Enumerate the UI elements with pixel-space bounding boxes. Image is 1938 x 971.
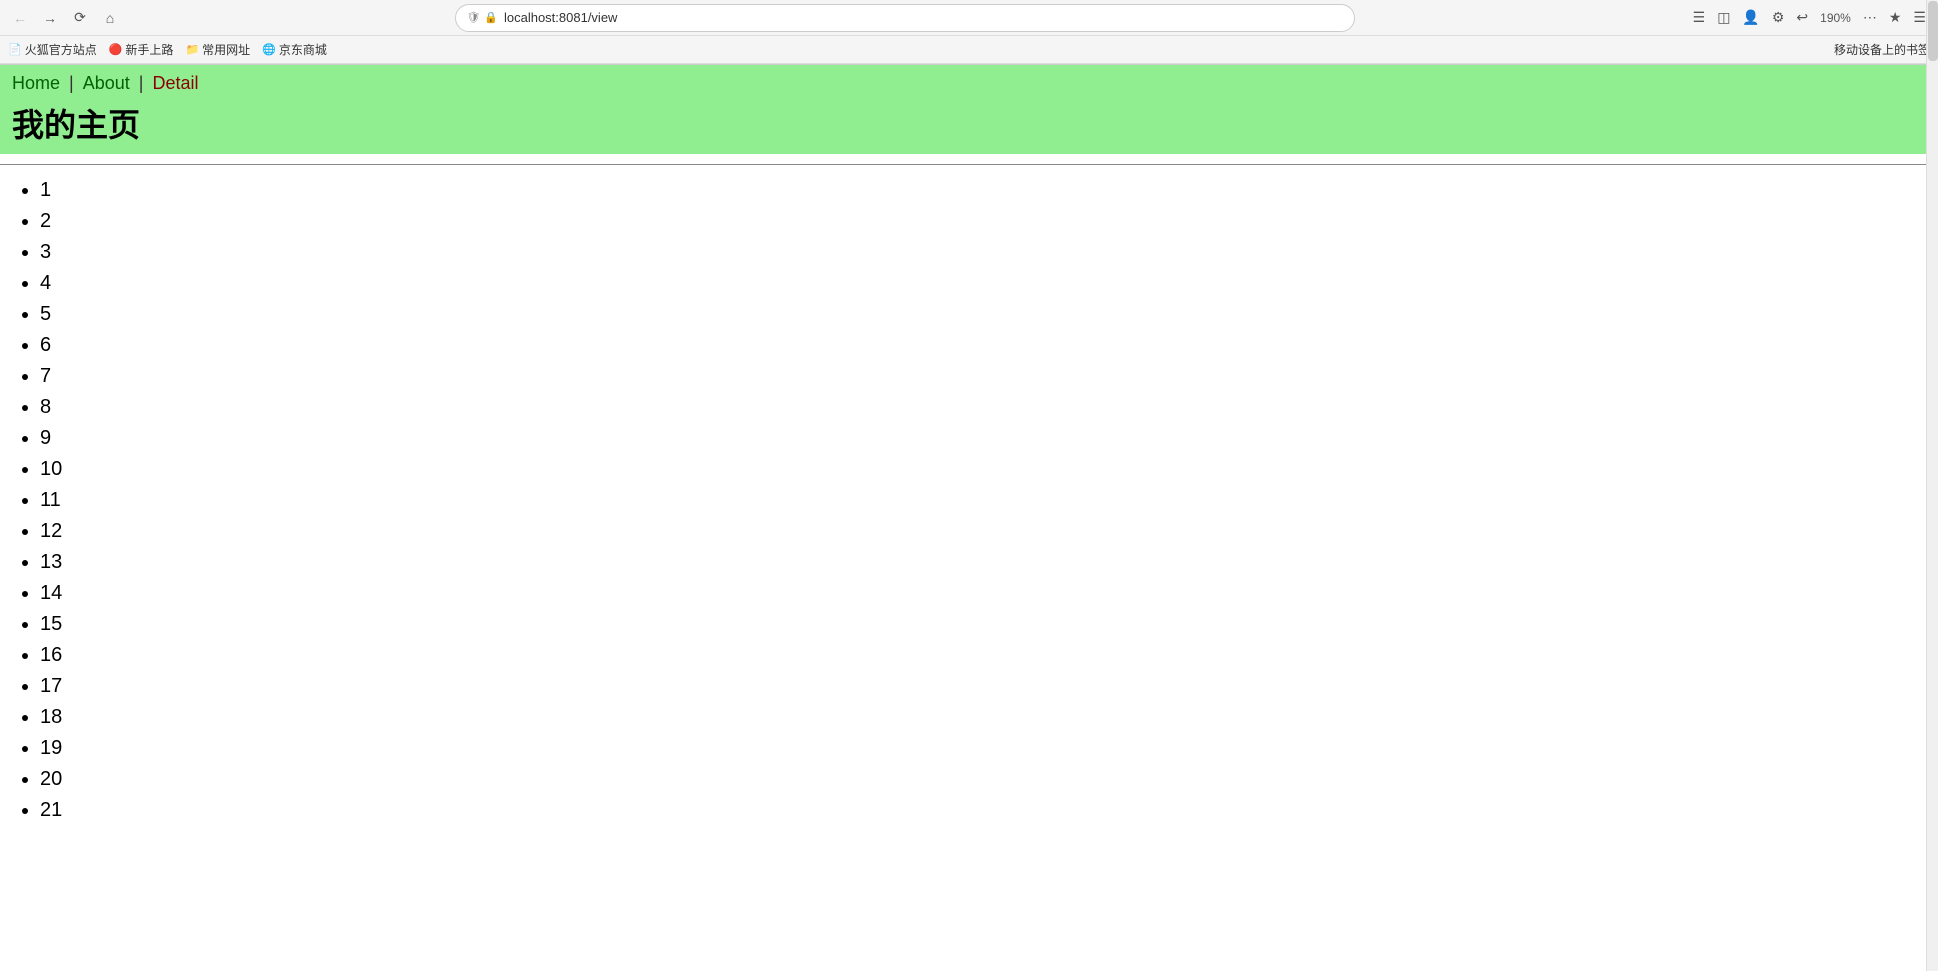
bookmark-huhu-label: 火狐官方站点 [25,41,97,58]
list-item: 13 [40,547,1938,578]
list-item: 2 [40,206,1938,237]
home-button[interactable]: ⌂ [98,6,122,30]
bookmark-jd[interactable]: 🌐 京东商城 [262,41,327,58]
back-button[interactable]: ← [8,6,32,30]
nav-link-home[interactable]: Home [12,73,60,93]
page-title: 我的主页 [12,100,1926,146]
address-bar[interactable]: 🛡 🔒 [455,4,1355,32]
list-item: 20 [40,764,1938,795]
items-list: 123456789101112131415161718192021 [0,175,1938,826]
bookmark-newuser-label: 新手上路 [125,41,173,58]
nav-separator-1: | [69,73,79,93]
page-content: Home | About | Detail 我的主页 1234567891011… [0,65,1938,826]
list-item: 3 [40,237,1938,268]
address-bar-icons: 🛡 🔒 [466,11,498,24]
more-button[interactable]: ⋯ [1859,7,1881,28]
sidebar-button[interactable]: ◫ [1713,7,1734,28]
list-item: 10 [40,454,1938,485]
toolbar-right: ☰ ◫ 👤 ⚙ ↩ 190% ⋯ ★ ☰ [1689,7,1930,28]
bookmark-jd-icon: 🌐 [262,43,276,56]
list-item: 5 [40,299,1938,330]
list-item: 21 [40,795,1938,826]
bookmark-jd-label: 京东商城 [279,41,327,58]
list-item: 1 [40,175,1938,206]
zoom-level: 190% [1816,11,1855,25]
bookmark-huhu[interactable]: 📄 火狐官方站点 [8,41,97,58]
list-item: 12 [40,516,1938,547]
url-input[interactable] [504,10,1344,25]
nav-link-about[interactable]: About [83,73,130,93]
list-item: 15 [40,609,1938,640]
mobile-bookmarks[interactable]: 移动设备上的书签 [1834,41,1930,58]
list-item: 8 [40,392,1938,423]
list-item: 14 [40,578,1938,609]
list-item: 7 [40,361,1938,392]
nav-link-detail[interactable]: Detail [152,73,198,93]
nav-links: Home | About | Detail [12,73,1926,94]
undo-button[interactable]: ↩ [1792,7,1812,28]
list-item: 18 [40,702,1938,733]
bookmark-star-button[interactable]: ★ [1885,7,1906,28]
shield-icon: 🛡 [466,11,480,24]
content-divider [0,164,1938,165]
list-item: 9 [40,423,1938,454]
list-item: 11 [40,485,1938,516]
scrollbar[interactable] [1926,0,1938,971]
nav-header: Home | About | Detail 我的主页 [0,65,1938,154]
bookmark-common-icon: 📁 [185,43,199,56]
list-item: 16 [40,640,1938,671]
list-item: 4 [40,268,1938,299]
bookmark-huhu-icon: 📄 [8,43,22,56]
library-button[interactable]: ☰ [1689,7,1710,28]
browser-chrome: ← → ⟳ ⌂ 🛡 🔒 ☰ ◫ 👤 ⚙ ↩ 190% ⋯ ★ ☰ 📄 火狐官方站… [0,0,1938,65]
scrollbar-thumb[interactable] [1928,1,1938,61]
nav-separator-2: | [139,73,149,93]
list-item: 17 [40,671,1938,702]
bookmarks-bar: 📄 火狐官方站点 🔴 新手上路 📁 常用网址 🌐 京东商城 移动设备上的书签 [0,36,1938,64]
settings-button[interactable]: ⚙ [1768,7,1789,28]
bookmark-newuser[interactable]: 🔴 新手上路 [109,41,174,58]
list-item: 6 [40,330,1938,361]
browser-toolbar: ← → ⟳ ⌂ 🛡 🔒 ☰ ◫ 👤 ⚙ ↩ 190% ⋯ ★ ☰ [0,0,1938,36]
bookmark-common-label: 常用网址 [202,41,250,58]
account-button[interactable]: 👤 [1738,7,1763,28]
bookmark-newuser-icon: 🔴 [109,43,123,56]
forward-button[interactable]: → [38,6,62,30]
bookmark-common[interactable]: 📁 常用网址 [185,41,250,58]
reload-button[interactable]: ⟳ [68,6,92,30]
lock-icon: 🔒 [484,11,498,24]
list-item: 19 [40,733,1938,764]
